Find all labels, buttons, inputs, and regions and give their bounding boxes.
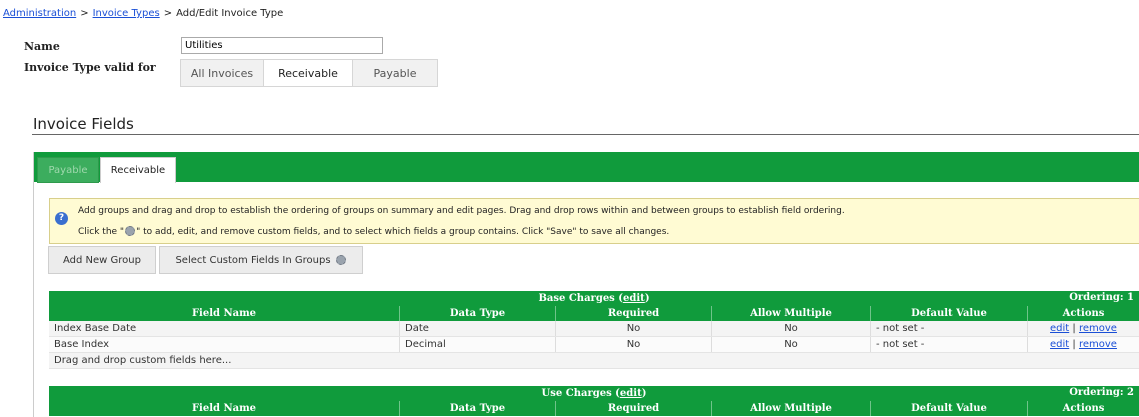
cell-allow-multiple: No — [711, 321, 871, 337]
help-icon: ? — [55, 212, 68, 225]
group-title: Base Charges — [538, 293, 615, 304]
name-label: Name — [24, 40, 60, 53]
col-required: Required — [555, 401, 712, 416]
group-header: Base Charges (edit) Ordering: 1 — [49, 291, 1139, 306]
breadcrumb: Administration > Invoice Types > Add/Edit In… — [3, 8, 283, 19]
col-allow-multiple: Allow Multiple — [711, 306, 871, 321]
group-ordering: Ordering: 1 — [1069, 292, 1134, 303]
add-new-group-label: Add New Group — [63, 254, 141, 266]
info-line-1: Add groups and drag and drop to establis… — [78, 206, 845, 216]
option-payable[interactable]: Payable — [353, 60, 437, 86]
actions-separator: | — [1072, 339, 1076, 350]
col-allow-multiple: Allow Multiple — [711, 401, 871, 416]
row-edit-link[interactable]: edit — [1050, 339, 1069, 350]
table-row[interactable]: Index Base Date Date No No - not set - e… — [49, 321, 1139, 337]
info-line-2: Click the " " to add, edit, and remove cu… — [78, 226, 669, 237]
info-text: Click the " — [78, 227, 125, 237]
cell-field-name: Base Index — [49, 336, 400, 353]
breadcrumb-administration-link[interactable]: Administration — [3, 8, 76, 19]
row-edit-link[interactable]: edit — [1050, 323, 1069, 334]
group-edit-link[interactable]: edit — [620, 388, 642, 399]
breadcrumb-invoice-types-link[interactable]: Invoice Types — [93, 8, 160, 19]
info-box: ? Add groups and drag and drop to establ… — [49, 198, 1139, 244]
invoice-type-valid-selector: All Invoices Receivable Payable — [180, 59, 438, 87]
col-default-value: Default Value — [870, 401, 1028, 416]
group-table-use-charges: Use Charges (edit) Ordering: 2 Field Nam… — [49, 386, 1139, 416]
group-header: Use Charges (edit) Ordering: 2 — [49, 386, 1139, 401]
drop-zone-row[interactable]: Drag and drop custom fields here... — [49, 352, 1139, 369]
cell-field-name: Index Base Date — [49, 321, 400, 337]
section-divider — [32, 134, 1139, 135]
drop-hint: Drag and drop custom fields here... — [49, 352, 1139, 369]
cell-required: No — [555, 321, 712, 337]
gear-icon — [335, 255, 346, 265]
option-receivable[interactable]: Receivable — [264, 60, 353, 86]
row-remove-link[interactable]: remove — [1079, 323, 1117, 334]
cell-actions: edit | remove — [1027, 321, 1139, 337]
breadcrumb-separator: > — [80, 8, 89, 19]
col-actions: Actions — [1027, 401, 1139, 416]
col-field-name: Field Name — [49, 401, 400, 416]
col-data-type: Data Type — [399, 401, 556, 416]
cell-actions: edit | remove — [1027, 336, 1139, 353]
breadcrumb-separator: > — [163, 8, 173, 19]
cell-default-value: - not set - — [870, 321, 1028, 337]
tab-bar: Payable Receivable — [34, 152, 1139, 183]
col-field-name: Field Name — [49, 306, 400, 321]
select-custom-fields-button[interactable]: Select Custom Fields In Groups — [159, 246, 363, 274]
col-required: Required — [555, 306, 712, 321]
group-table-base-charges: Base Charges (edit) Ordering: 1 Field Na… — [49, 291, 1139, 369]
gear-icon — [125, 226, 136, 236]
invoice-type-valid-label: Invoice Type valid for — [24, 61, 156, 74]
cell-data-type: Decimal — [399, 336, 556, 353]
col-default-value: Default Value — [870, 306, 1028, 321]
actions-separator: | — [1072, 323, 1076, 334]
cell-allow-multiple: No — [711, 336, 871, 353]
cell-data-type: Date — [399, 321, 556, 337]
info-text: " to add, edit, and remove custom fields… — [136, 227, 670, 237]
cell-default-value: - not set - — [870, 336, 1028, 353]
tab-receivable[interactable]: Receivable — [100, 157, 176, 183]
add-new-group-button[interactable]: Add New Group — [48, 246, 156, 274]
name-input[interactable] — [181, 37, 383, 54]
col-data-type: Data Type — [399, 306, 556, 321]
invoice-fields-panel: Payable Receivable ? Add groups and drag… — [33, 152, 1139, 417]
tab-payable[interactable]: Payable — [37, 157, 99, 183]
group-edit-link[interactable]: edit — [623, 293, 645, 304]
col-actions: Actions — [1027, 306, 1139, 321]
breadcrumb-current: Add/Edit Invoice Type — [176, 8, 284, 19]
group-title: Use Charges — [541, 388, 612, 399]
row-remove-link[interactable]: remove — [1079, 339, 1117, 350]
select-custom-fields-label: Select Custom Fields In Groups — [175, 254, 331, 266]
option-all-invoices[interactable]: All Invoices — [181, 60, 264, 86]
cell-required: No — [555, 336, 712, 353]
group-ordering: Ordering: 2 — [1069, 387, 1134, 398]
table-row[interactable]: Base Index Decimal No No - not set - edi… — [49, 336, 1139, 353]
section-title: Invoice Fields — [33, 115, 134, 133]
